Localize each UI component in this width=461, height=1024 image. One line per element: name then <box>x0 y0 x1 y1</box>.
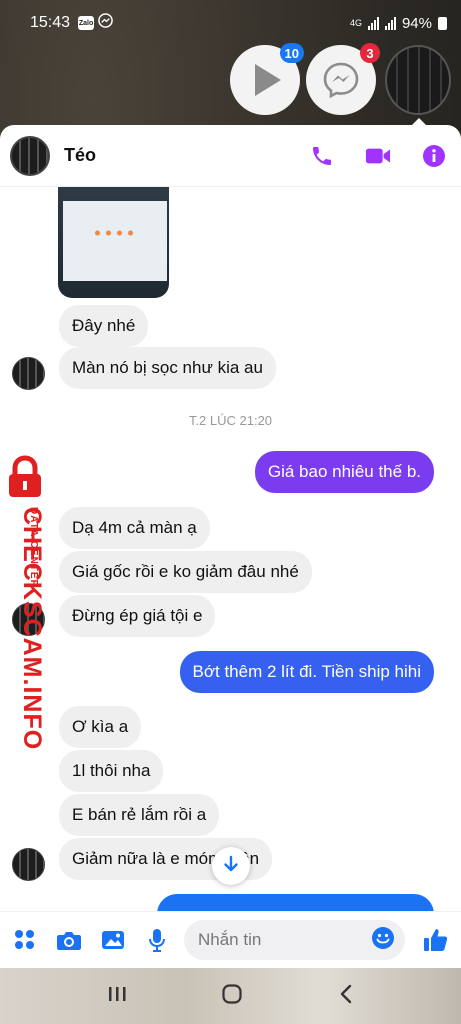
message-timestamp: T.2 LÚC 21:20 <box>188 413 273 428</box>
info-icon[interactable] <box>421 143 447 169</box>
messenger-status-icon <box>98 13 113 33</box>
camera-icon[interactable] <box>56 927 82 953</box>
sender-avatar[interactable] <box>12 848 45 881</box>
incoming-message[interactable]: E bán rẻ lắm rồi a <box>59 794 220 836</box>
incoming-message[interactable]: Giá gốc rồi e ko giảm đâu nhé <box>59 551 312 593</box>
recent-apps-icon[interactable] <box>107 985 127 1008</box>
scroll-to-bottom-button[interactable] <box>212 847 250 885</box>
chat-window: Téo Đây nhé Màn nó bị sọc như kia au T.2… <box>0 125 461 968</box>
video-count-badge: 10 <box>279 43 304 63</box>
status-bar: 15:43 Zalo 4G 94% <box>0 0 461 46</box>
incoming-message[interactable]: 1l thôi nha <box>59 750 164 792</box>
message-input-placeholder: Nhắn tin <box>198 930 262 949</box>
video-chat-head[interactable]: 10 <box>230 43 304 115</box>
network-label: 4G <box>349 18 362 28</box>
incoming-message[interactable]: Dạ 4m cả màn ạ <box>59 507 210 549</box>
contact-chat-head[interactable] <box>385 45 451 115</box>
zalo-icon: Zalo <box>78 16 95 30</box>
photo-dots <box>92 227 136 239</box>
watermark-sub: DATA CENTER <box>28 507 39 588</box>
photo-message[interactable] <box>58 187 169 298</box>
signal-icon-2 <box>384 16 396 30</box>
status-right: 4G 94% <box>350 15 447 32</box>
message-input[interactable]: Nhắn tin <box>184 920 405 960</box>
system-nav-bar <box>0 968 461 1024</box>
contact-name[interactable]: Téo <box>64 145 96 166</box>
message-list[interactable]: Đây nhé Màn nó bị sọc như kia au T.2 LÚC… <box>0 187 461 934</box>
incoming-message[interactable]: Đừng ép giá tội e <box>59 595 216 637</box>
watermark: CHECKSCAM.INFO DATA CENTER <box>2 455 50 751</box>
outgoing-message[interactable]: Bớt thêm 2 lít đi. Tiền ship hihi <box>179 651 434 693</box>
chat-header: Téo <box>0 125 461 187</box>
incoming-message[interactable]: Đây nhé <box>59 305 149 347</box>
messenger-count-badge: 3 <box>360 43 380 63</box>
like-icon[interactable] <box>423 927 449 953</box>
watermark-brand: CHECKSCAM.INFO <box>18 507 46 751</box>
home-icon[interactable] <box>221 983 243 1010</box>
video-call-icon[interactable] <box>365 143 391 169</box>
phone-icon[interactable] <box>309 143 335 169</box>
messenger-icon <box>322 61 360 104</box>
arrow-down-icon <box>222 855 240 878</box>
lock-icon <box>9 455 41 497</box>
menu-grid-icon[interactable] <box>12 927 38 953</box>
outgoing-message[interactable]: Giá bao nhiêu thế b. <box>254 451 434 493</box>
status-time: 15:43 <box>30 14 71 31</box>
signal-icon <box>367 16 379 30</box>
header-actions <box>309 143 447 169</box>
messenger-chat-head[interactable]: 3 <box>306 43 380 115</box>
battery-level: 94% <box>401 14 432 32</box>
microphone-icon[interactable] <box>144 927 170 953</box>
composer: Nhắn tin <box>0 911 461 968</box>
back-icon[interactable] <box>338 984 354 1009</box>
contact-avatar[interactable] <box>10 135 50 176</box>
gallery-icon[interactable] <box>100 927 126 953</box>
photo-screen-image <box>63 201 167 281</box>
battery-icon <box>438 16 447 30</box>
incoming-message[interactable]: Màn nó bị sọc như kia au <box>59 347 276 389</box>
incoming-message[interactable]: Ơ kìa a <box>59 706 142 748</box>
sender-avatar[interactable] <box>12 357 45 390</box>
emoji-icon[interactable] <box>371 926 395 955</box>
